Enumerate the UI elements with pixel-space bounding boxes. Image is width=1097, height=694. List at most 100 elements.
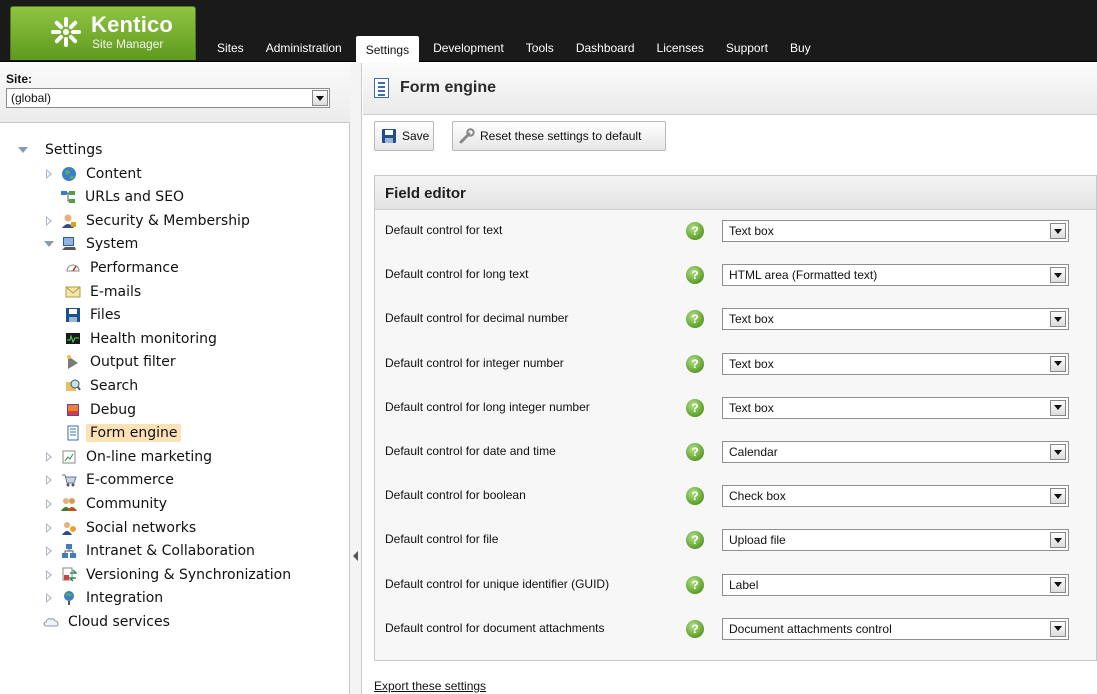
tree-item-community[interactable]: Community: [43, 493, 171, 515]
tree-item-versioning-synchronization[interactable]: Versioning & Synchronization: [43, 564, 295, 586]
kentico-logo[interactable]: Kentico Site Manager: [10, 6, 196, 60]
expand-toggle-icon[interactable]: [43, 215, 55, 227]
help-icon[interactable]: ?: [686, 310, 704, 329]
help-icon[interactable]: ?: [686, 575, 704, 594]
tree-item-debug[interactable]: Debug: [65, 399, 140, 421]
collapse-arrow-icon[interactable]: [353, 551, 358, 561]
expand-toggle-icon[interactable]: [43, 592, 55, 604]
tree-item-files[interactable]: Files: [65, 304, 125, 326]
export-settings-link[interactable]: Export these settings: [374, 679, 486, 693]
setting-select[interactable]: HTML area (Formatted text): [722, 264, 1069, 287]
tree-item-performance[interactable]: Performance: [65, 257, 183, 279]
setting-select[interactable]: Calendar: [722, 441, 1069, 463]
setting-row: Default control for document attachments…: [375, 608, 1096, 652]
chevron-down-icon[interactable]: [312, 90, 328, 106]
expand-toggle-icon[interactable]: [43, 168, 55, 180]
expand-toggle-icon[interactable]: [43, 522, 55, 534]
setting-select[interactable]: Check box: [722, 485, 1069, 508]
setting-label: Default control for integer number: [385, 355, 564, 370]
nav-tab-licenses[interactable]: Licenses: [646, 39, 715, 62]
tree-item-search[interactable]: Search: [65, 375, 142, 397]
collapse-toggle-icon[interactable]: [17, 144, 29, 156]
nav-tab-settings[interactable]: Settings: [355, 36, 420, 62]
collapse-toggle-icon[interactable]: [43, 238, 55, 250]
tree-item-security-membership[interactable]: Security & Membership: [43, 210, 254, 232]
help-icon[interactable]: ?: [686, 398, 704, 417]
chevron-down-icon[interactable]: [1050, 444, 1066, 460]
help-icon[interactable]: ?: [686, 222, 704, 240]
chevron-down-icon[interactable]: [1050, 576, 1066, 593]
expand-toggle-icon[interactable]: [43, 451, 55, 463]
help-icon[interactable]: ?: [686, 531, 704, 550]
monitor-icon: [65, 331, 81, 347]
chevron-down-icon[interactable]: [1050, 223, 1066, 239]
tree-item-output-filter[interactable]: Output filter: [65, 351, 180, 373]
setting-select[interactable]: Document attachments control: [722, 617, 1069, 640]
chevron-down-icon[interactable]: [1050, 355, 1066, 372]
filter-icon: [65, 354, 81, 370]
tree-item-e-commerce[interactable]: E-commerce: [43, 469, 178, 491]
expand-toggle-icon[interactable]: [43, 498, 55, 510]
top-bar: Kentico Site Manager Sites Administration…: [0, 0, 1097, 62]
setting-select[interactable]: Text box: [722, 308, 1069, 331]
main-navigation: Sites Administration Settings Development To…: [206, 36, 822, 62]
tree-item-form-engine[interactable]: Form engine: [65, 422, 182, 444]
setting-select[interactable]: Text box: [722, 220, 1069, 242]
setting-label: Default control for date and time: [385, 444, 556, 458]
setting-row: Default control for decimal number? Text …: [375, 298, 1096, 342]
tree-item-content[interactable]: Content: [43, 163, 146, 185]
tree-item-integration[interactable]: Integration: [43, 587, 167, 609]
setting-row: Default control for unique identifier (G…: [375, 564, 1096, 608]
help-icon[interactable]: ?: [686, 266, 704, 285]
chevron-down-icon[interactable]: [1050, 620, 1066, 637]
setting-select-value: Text box: [729, 400, 774, 415]
nav-tab-tools[interactable]: Tools: [515, 39, 565, 62]
tree-item-urls-and-seo[interactable]: URLs and SEO: [60, 186, 188, 208]
nav-tab-administration[interactable]: Administration: [255, 39, 353, 62]
tree-item-social-networks[interactable]: Social networks: [43, 517, 200, 539]
reset-settings-button[interactable]: Reset these settings to default: [452, 121, 666, 151]
setting-select[interactable]: Upload file: [722, 529, 1069, 552]
panel-splitter[interactable]: [350, 63, 362, 694]
nav-tab-sites[interactable]: Sites: [206, 39, 255, 62]
nav-tab-support[interactable]: Support: [715, 39, 779, 62]
setting-select[interactable]: Text box: [722, 352, 1069, 375]
help-icon[interactable]: ?: [686, 619, 704, 638]
setting-label: Default control for text: [385, 223, 503, 237]
expand-toggle-icon[interactable]: [43, 545, 55, 557]
help-icon[interactable]: ?: [686, 354, 704, 373]
debug-icon: [65, 402, 81, 418]
tree-item-system[interactable]: System: [43, 233, 142, 255]
site-select[interactable]: (global): [6, 88, 330, 108]
setting-select-value: Check box: [729, 489, 786, 504]
tree-item-e-mails[interactable]: E-mails: [65, 281, 145, 303]
chart-icon: [61, 449, 77, 465]
expand-toggle-icon[interactable]: [43, 474, 55, 486]
brand-subtitle: Site Manager: [92, 37, 164, 51]
help-icon[interactable]: ?: [686, 487, 704, 506]
expand-toggle-icon[interactable]: [43, 569, 55, 581]
chevron-down-icon[interactable]: [1050, 532, 1066, 549]
chevron-down-icon[interactable]: [1050, 311, 1066, 328]
tree-item-label: Cloud services: [68, 614, 170, 630]
tree-item-health-monitoring[interactable]: Health monitoring: [65, 328, 221, 350]
integration-icon: [61, 590, 77, 606]
setting-select[interactable]: Text box: [722, 396, 1069, 419]
help-icon[interactable]: ?: [686, 443, 704, 461]
save-button[interactable]: Save: [374, 121, 434, 151]
tree-item-cloud-services[interactable]: Cloud services: [43, 611, 174, 633]
tree-item-on-line-marketing[interactable]: On-line marketing: [43, 446, 216, 468]
title-bar: Form engine: [363, 63, 1097, 115]
tree-item-settings[interactable]: Settings: [17, 139, 106, 161]
setting-select[interactable]: Label: [722, 573, 1069, 596]
chevron-down-icon[interactable]: [1050, 399, 1066, 416]
chevron-down-icon[interactable]: [1050, 488, 1066, 505]
tree-item-label: On-line marketing: [86, 448, 212, 465]
tree-item-intranet-collaboration[interactable]: Intranet & Collaboration: [43, 540, 259, 562]
sync-icon: [61, 567, 78, 583]
nav-tab-dashboard[interactable]: Dashboard: [565, 39, 646, 62]
floppy-icon: [381, 128, 397, 144]
nav-tab-development[interactable]: Development: [422, 39, 515, 62]
nav-tab-buy[interactable]: Buy: [779, 39, 822, 62]
chevron-down-icon[interactable]: [1050, 267, 1066, 284]
